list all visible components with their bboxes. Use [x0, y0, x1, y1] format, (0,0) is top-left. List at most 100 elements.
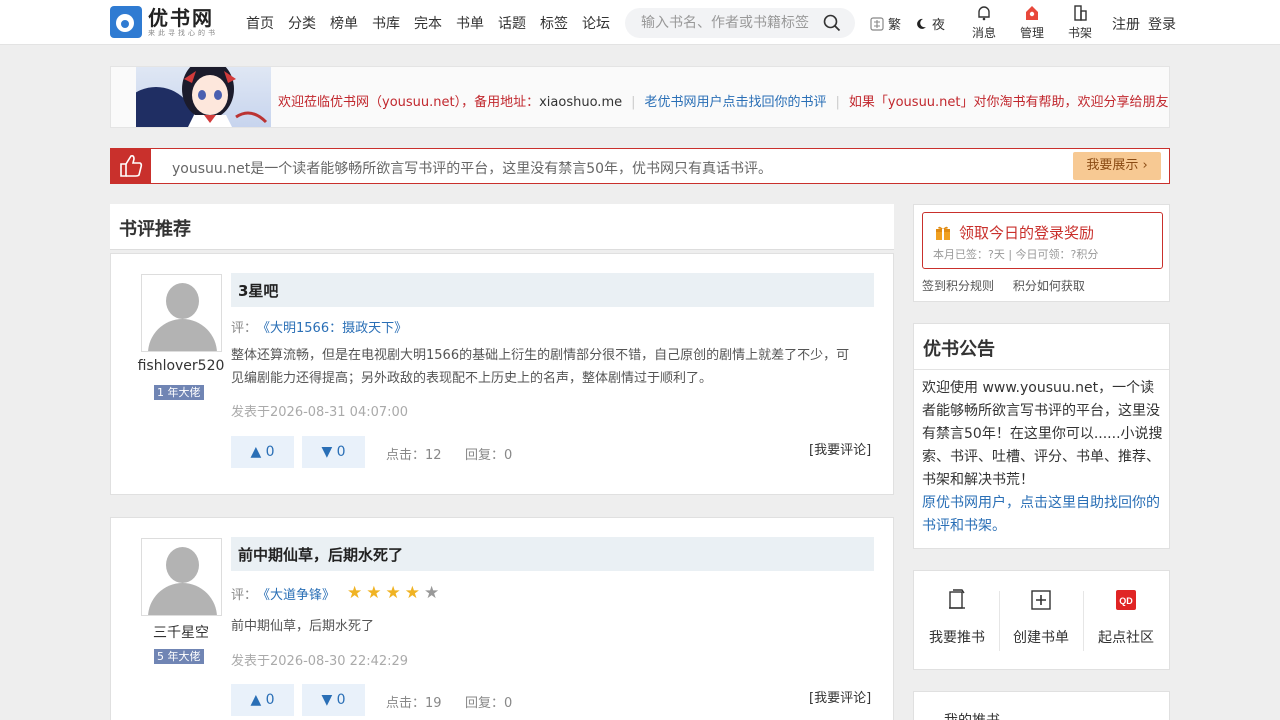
click-count: 点击：12 [386, 448, 442, 463]
bookshelf-icon [1074, 5, 1087, 21]
shelf-label: 书架 [1067, 26, 1092, 40]
showcase-label: 我要展示 [1086, 158, 1139, 173]
nav-category[interactable]: 分类 [288, 13, 316, 33]
messages-label: 消息 [971, 26, 996, 40]
manage-button[interactable]: 管理 [1012, 5, 1052, 41]
notice-divider: | [631, 95, 636, 110]
logo-mark-icon [110, 6, 142, 38]
review-book-line: 评： 《大道争锋》 ★ ★ ★ ★ ★ [231, 583, 443, 603]
login-link[interactable]: 登录 [1148, 14, 1176, 34]
slogan-text: yousuu.net是一个读者能够畅所欲言写书评的平台，这里没有禁言50年，优书… [172, 161, 773, 177]
divider [914, 369, 1169, 370]
plus-square-icon [1031, 590, 1051, 610]
points-rule-link[interactable]: 签到积分规则 [922, 279, 994, 293]
reply-count: 回复：0 [465, 448, 513, 463]
qidian-logo-icon: QD [1116, 590, 1136, 610]
reply-count: 回复：0 [465, 696, 513, 711]
shelf-button[interactable]: 书架 [1060, 5, 1100, 41]
review-title[interactable]: 3星吧 [238, 280, 278, 301]
manage-icon [1026, 6, 1038, 20]
upvote-button[interactable]: ▲ 0 [231, 436, 294, 468]
traditional-icon [870, 16, 884, 31]
review-card: 三千星空 5 年大佬 前中期仙草，后期水死了 评： 《大道争锋》 ★ ★ ★ ★… [110, 517, 894, 720]
qidian-community-button[interactable]: QD 起点社区 [1086, 589, 1166, 647]
divider [1083, 591, 1084, 651]
messages-button[interactable]: 消息 [964, 5, 1004, 41]
review-book-link[interactable]: 《大明1566：摄政天下》 [257, 317, 407, 336]
thumbs-up-icon [111, 149, 151, 183]
create-booklist-button[interactable]: 创建书单 [1001, 589, 1081, 647]
nav-library[interactable]: 书库 [372, 13, 400, 33]
mascot-image [136, 67, 271, 127]
review-username[interactable]: 三千星空 [131, 622, 231, 642]
slogan-bar: yousuu.net是一个读者能够畅所欲言写书评的平台，这里没有禁言50年，优书… [110, 148, 1170, 184]
recover-account-link[interactable]: 原优书网用户，点击这里自助找回你的书评和书架。 [922, 495, 1160, 534]
announcement-title: 优书公告 [923, 339, 995, 360]
notice-bar: 欢迎莅临优书网（yousuu.net），备用地址：xiaoshuo.me | 老优书… [110, 66, 1170, 128]
my-recommend-title[interactable]: 我的推书 [944, 710, 1000, 720]
moon-icon [917, 18, 926, 29]
review-username[interactable]: fishlover520 [131, 358, 231, 374]
downvote-button[interactable]: ▼ 0 [302, 436, 365, 468]
star-filled-icon: ★ [404, 583, 421, 603]
avatar[interactable] [141, 274, 222, 352]
review-title-bar: 前中期仙草，后期水死了 [231, 537, 874, 571]
search-icon[interactable] [823, 14, 841, 32]
notice-divider: | [835, 95, 840, 110]
rating-stars: ★ ★ ★ ★ ★ [347, 583, 443, 603]
nav-finished[interactable]: 完本 [414, 13, 442, 33]
review-title-bar: 3星吧 [231, 273, 874, 307]
review-card: fishlover520 1 年大佬 3星吧 评： 《大明1566：摄政天下》 … [110, 253, 894, 495]
avatar[interactable] [141, 538, 222, 616]
announcement-box: 优书公告 欢迎使用 www.yousuu.net，一个读者能够畅所欲言写书评的平… [913, 323, 1170, 549]
showcase-button[interactable]: 我要展示 › [1073, 152, 1161, 180]
recommend-book-button[interactable]: 我要推书 [917, 589, 997, 647]
nav-tags[interactable]: 标签 [540, 13, 568, 33]
logo-title: 优书网 [148, 5, 214, 30]
nav-topics[interactable]: 话题 [498, 13, 526, 33]
search-input[interactable] [641, 13, 821, 33]
login-reward-button[interactable]: 领取今日的登录奖励 本月已签：?天 | 今日可领：?积分 [922, 212, 1163, 269]
tool-label: 创建书单 [1013, 630, 1069, 646]
nav-ranking[interactable]: 榜单 [330, 13, 358, 33]
review-prefix: 评： [231, 321, 258, 336]
review-time: 发表于2026-08-31 04:07:00 [231, 405, 409, 420]
comment-button[interactable]: [我要评论] [809, 687, 871, 706]
reviews-title: 书评推荐 [119, 219, 191, 240]
divider [999, 591, 1000, 651]
review-time: 发表于2026-08-30 22:42:29 [231, 654, 409, 669]
user-level-badge: 1 年大佬 [154, 385, 204, 400]
review-book-link[interactable]: 《大道争锋》 [257, 584, 335, 603]
tools-box: 我要推书 创建书单 QD 起点社区 [913, 570, 1170, 670]
star-empty-icon: ★ [424, 583, 440, 603]
night-toggle[interactable]: 夜 [914, 14, 945, 33]
review-title[interactable]: 前中期仙草，后期水死了 [238, 544, 403, 565]
nav-home[interactable]: 首页 [246, 13, 274, 33]
manage-label: 管理 [1019, 26, 1044, 40]
notice-share: 如果「yousuu.net」对你淘书有帮助，欢迎分享给朋友 [848, 95, 1169, 110]
notice-backup-domain[interactable]: xiaoshuo.me [539, 95, 622, 110]
nav-forum[interactable]: 论坛 [582, 13, 610, 33]
tool-label: 起点社区 [1098, 630, 1154, 646]
reviews-header: 书评推荐 [110, 204, 894, 250]
traditional-label: 繁 [888, 18, 902, 33]
notice-welcome: 欢迎莅临优书网（yousuu.net），备用地址： [278, 95, 540, 110]
points-how-link[interactable]: 积分如何获取 [1013, 279, 1085, 293]
night-label: 夜 [932, 18, 946, 33]
traditional-toggle[interactable]: 繁 [870, 14, 901, 33]
nav-booklist[interactable]: 书单 [456, 13, 484, 33]
click-count: 点击：19 [386, 696, 442, 711]
logo-subtitle: 来此寻找心的书 [148, 28, 218, 37]
review-prefix: 评： [231, 587, 258, 603]
site-logo[interactable]: 优书网 来此寻找心的书 [110, 5, 218, 39]
comment-button[interactable]: [我要评论] [809, 439, 871, 458]
login-reward-box: 领取今日的登录奖励 本月已签：?天 | 今日可领：?积分 签到积分规则 积分如何… [913, 204, 1170, 302]
svg-text:QD: QD [1119, 596, 1133, 606]
review-body: 前中期仙草，后期水死了 [231, 619, 375, 634]
notice-old-users-link[interactable]: 老优书网用户点击找回你的书评 [645, 95, 827, 110]
downvote-button[interactable]: ▼ 0 [302, 684, 365, 716]
register-link[interactable]: 注册 [1112, 14, 1140, 34]
upvote-button[interactable]: ▲ 0 [231, 684, 294, 716]
review-body: 整体还算流畅，但是在电视剧大明1566的基础上衍生的剧情部分很不错，自己原创的剧… [231, 348, 850, 386]
top-header: 优书网 来此寻找心的书 首页 分类 榜单 书库 完本 书单 话题 标签 论坛 繁… [0, 0, 1280, 45]
